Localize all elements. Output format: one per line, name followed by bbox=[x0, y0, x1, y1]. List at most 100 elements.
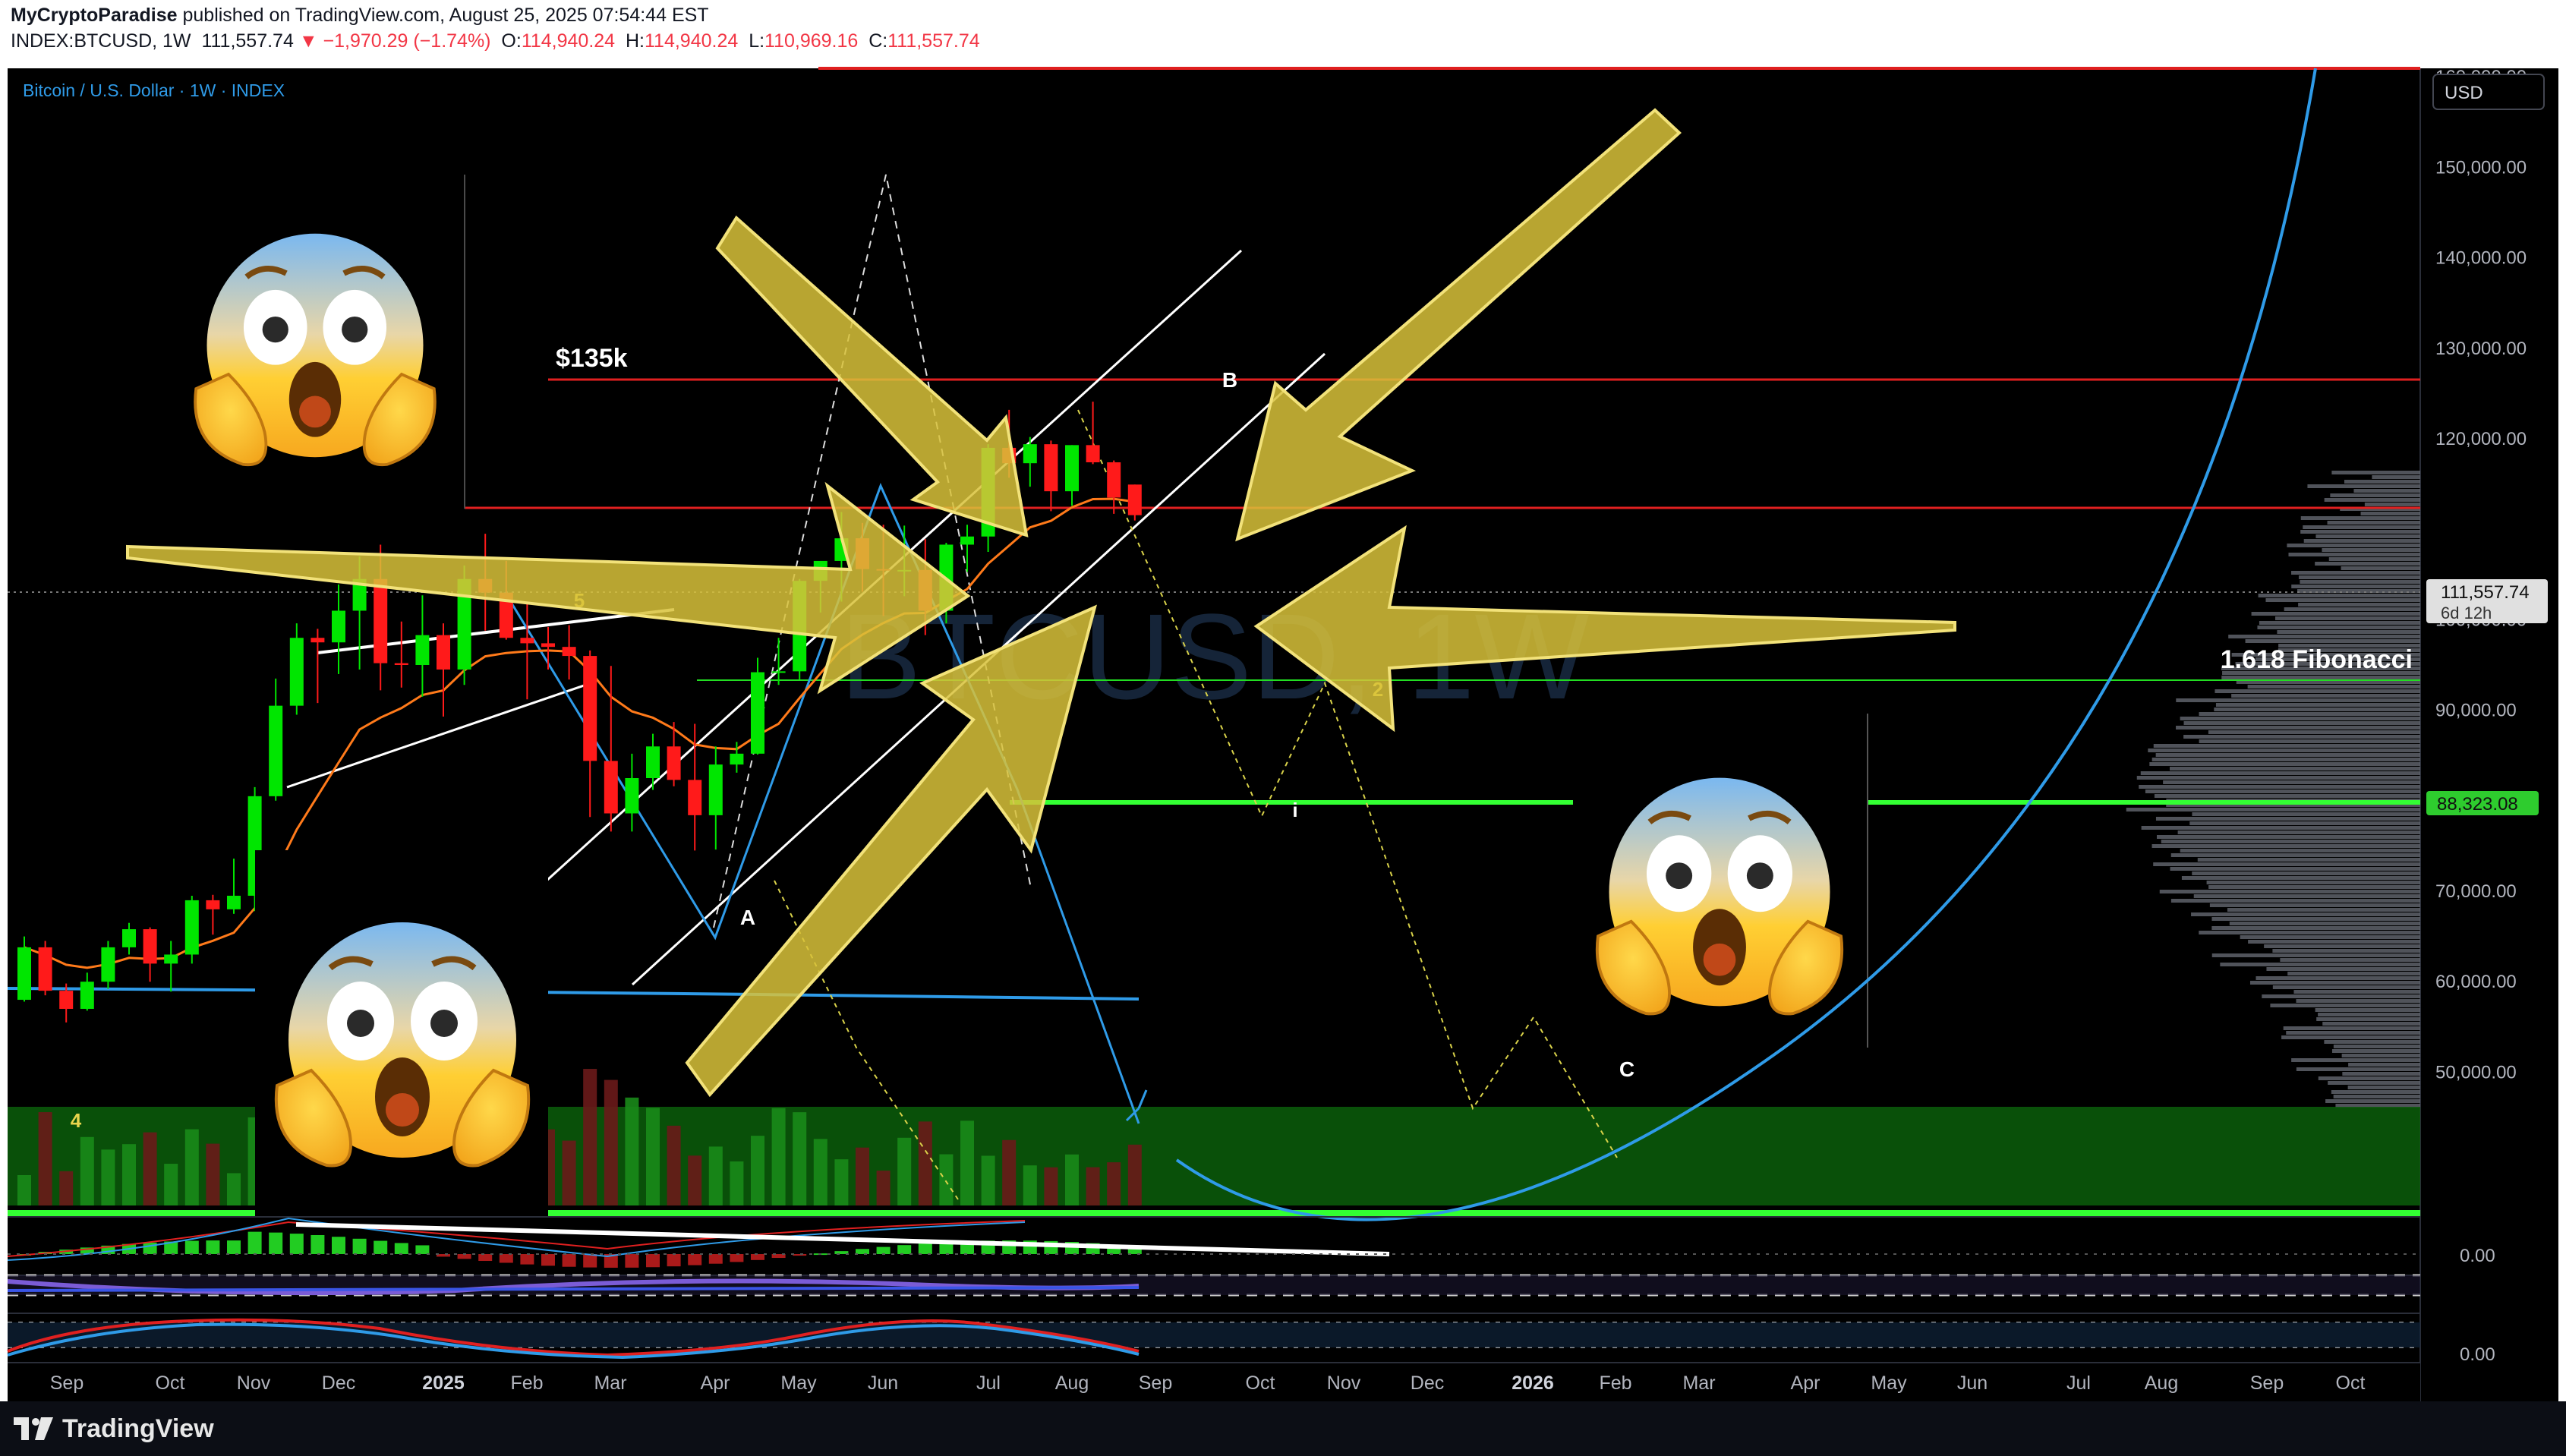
volume-bar bbox=[80, 1136, 94, 1205]
volume-profile-row bbox=[2341, 566, 2420, 570]
high-label: H: bbox=[626, 30, 645, 52]
time-axis-label: Apr bbox=[701, 1372, 730, 1394]
volume-profile-row bbox=[2170, 899, 2420, 903]
volume-profile-row bbox=[2272, 985, 2420, 989]
target-135k-label: $135k bbox=[556, 344, 628, 373]
macd-bar bbox=[478, 1254, 493, 1262]
candle-2024-10-14 bbox=[184, 895, 199, 964]
candle-body bbox=[394, 663, 408, 665]
volume-profile-row bbox=[2199, 931, 2420, 934]
volume-profile-row bbox=[2316, 1017, 2420, 1021]
volume-profile-row bbox=[2284, 607, 2420, 611]
chart-canvas[interactable]: BTCUSD, 1W B A C 5 4 2 i $135k 1.618 Fib… bbox=[0, 61, 2566, 1401]
currency-button-label: USD bbox=[2445, 83, 2483, 103]
volume-profile-row bbox=[2307, 484, 2420, 488]
volume-profile-row bbox=[2170, 867, 2420, 871]
macd-bar bbox=[667, 1254, 681, 1267]
volume-bar bbox=[562, 1140, 576, 1205]
volume-profile-row bbox=[2287, 544, 2420, 547]
volume-bar bbox=[960, 1120, 974, 1205]
volume-bar bbox=[17, 1175, 31, 1205]
author-name[interactable]: MyCryptoParadise bbox=[11, 5, 178, 26]
volume-profile-row bbox=[2291, 585, 2420, 588]
volume-profile-row bbox=[2245, 639, 2420, 643]
candle-body bbox=[646, 746, 660, 778]
volume-profile-row bbox=[2288, 553, 2420, 556]
time-axis-label: Mar bbox=[1682, 1372, 1715, 1394]
volume-bar bbox=[708, 1146, 723, 1205]
volume-bar bbox=[604, 1079, 618, 1205]
macd-bar bbox=[311, 1234, 325, 1254]
time-axis-label: Oct bbox=[2336, 1372, 2366, 1394]
candle-body bbox=[184, 900, 199, 955]
volume-profile-row bbox=[2170, 853, 2420, 857]
time-axis-label: Jul bbox=[976, 1372, 1001, 1394]
price-axis-label: 150,000.00 bbox=[2435, 157, 2527, 178]
support-price-value: 88,323.08 bbox=[2437, 794, 2518, 815]
macd-bar bbox=[184, 1240, 199, 1254]
candle-body bbox=[59, 991, 74, 1009]
volume-profile-row bbox=[2300, 516, 2420, 520]
volume-profile-row bbox=[2341, 1054, 2420, 1057]
volume-profile-row bbox=[2274, 616, 2420, 620]
tradingview-logo-icon bbox=[14, 1417, 53, 1440]
volume-profile-row bbox=[2291, 571, 2420, 575]
volume-bar bbox=[688, 1155, 702, 1205]
macd-bar bbox=[289, 1234, 304, 1254]
volume-profile-row bbox=[2360, 512, 2420, 515]
price-axis-label: 70,000.00 bbox=[2435, 881, 2517, 902]
volume-profile-row bbox=[2145, 789, 2420, 793]
time-axis-label: Jun bbox=[868, 1372, 898, 1394]
candle-body bbox=[1127, 484, 1142, 515]
time-axis-label: Oct bbox=[1246, 1372, 1275, 1394]
volume-profile-row bbox=[2265, 598, 2420, 602]
volume-profile-row bbox=[2215, 689, 2420, 693]
time-axis-label: Dec bbox=[1411, 1372, 1444, 1394]
wave-label-4: 4 bbox=[71, 1109, 82, 1132]
close-value: 111,557.74 bbox=[887, 30, 980, 52]
macd-bar bbox=[625, 1254, 639, 1268]
published-text: published on TradingView.com, August 25,… bbox=[182, 5, 709, 26]
time-axis-label: Apr bbox=[1791, 1372, 1820, 1394]
price-axis-label: 50,000.00 bbox=[2435, 1062, 2517, 1083]
volume-profile-row bbox=[2270, 1004, 2420, 1007]
volume-bar bbox=[876, 1171, 891, 1205]
volume-profile-row bbox=[2229, 922, 2420, 925]
volume-bar bbox=[625, 1097, 639, 1205]
volume-profile-row bbox=[2249, 981, 2420, 985]
volume-profile-row bbox=[2298, 575, 2420, 579]
tradingview-logo[interactable]: TradingView bbox=[14, 1412, 214, 1445]
macd-bar bbox=[332, 1237, 345, 1254]
volume-profile-row bbox=[2298, 603, 2420, 607]
volume-profile-row bbox=[2330, 493, 2420, 497]
time-axis-label: Oct bbox=[156, 1372, 185, 1394]
volume-bar bbox=[1065, 1154, 1079, 1205]
volume-profile-row bbox=[2192, 812, 2420, 816]
volume-bar bbox=[1002, 1139, 1017, 1205]
volume-profile-row bbox=[2149, 762, 2420, 766]
volume-bar bbox=[1107, 1162, 1121, 1205]
volume-profile-row bbox=[2303, 539, 2420, 543]
volume-profile-row bbox=[2247, 685, 2420, 689]
time-axis-label: May bbox=[1871, 1372, 1907, 1394]
time-axis-background bbox=[8, 1363, 2420, 1401]
candle-body bbox=[289, 638, 304, 706]
macd-bar bbox=[143, 1242, 157, 1254]
macd-bar bbox=[394, 1243, 408, 1254]
candle-body bbox=[520, 638, 534, 644]
volume-profile-row bbox=[2325, 1099, 2420, 1103]
volume-profile-row bbox=[2280, 958, 2420, 962]
time-axis-label: Mar bbox=[594, 1372, 626, 1394]
macd-bar bbox=[793, 1254, 807, 1256]
volume-profile-row bbox=[2277, 630, 2420, 634]
macd-bar bbox=[374, 1240, 388, 1254]
volume-profile-row bbox=[2193, 894, 2420, 898]
volume-bar bbox=[38, 1112, 52, 1205]
candle-body bbox=[562, 647, 576, 657]
macd-bar bbox=[876, 1246, 891, 1254]
candle-body bbox=[960, 536, 974, 545]
volume-profile-row bbox=[2159, 890, 2420, 893]
volume-profile-row bbox=[2220, 963, 2420, 966]
candle-body bbox=[17, 947, 31, 1001]
stoch-zero-label: 0.00 bbox=[2460, 1344, 2495, 1365]
